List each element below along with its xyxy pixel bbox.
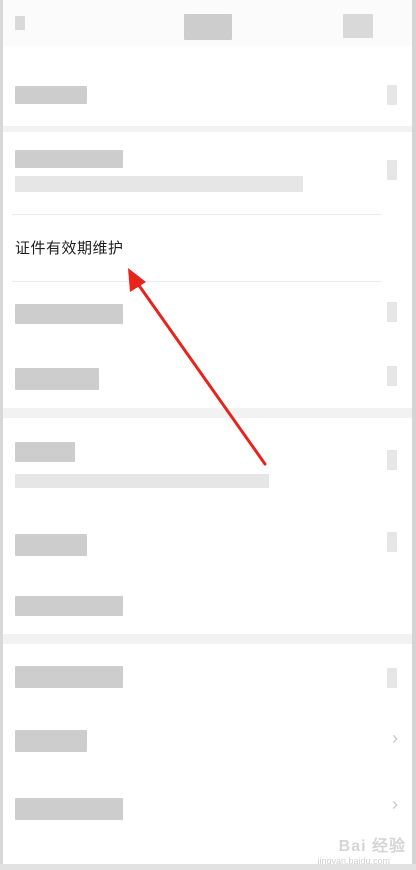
red-annotation-arrow <box>128 268 267 466</box>
baidu-jingyan-watermark: Bai 经验 <box>338 838 406 855</box>
bottom-frame <box>0 864 416 870</box>
